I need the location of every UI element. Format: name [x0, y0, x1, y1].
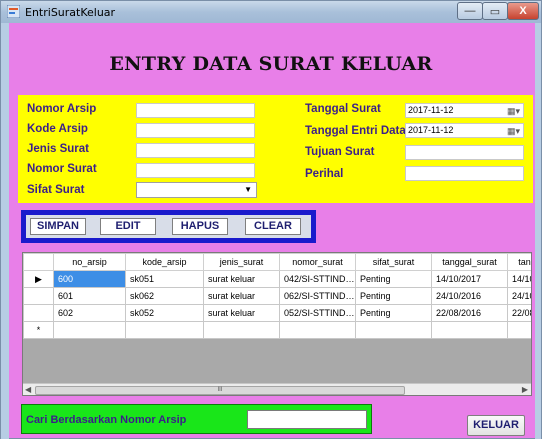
action-button-panel: SIMPAN EDIT HAPUS CLEAR [21, 210, 316, 243]
dropdown-arrow-icon: ▼ [244, 185, 252, 194]
sifat-surat-label: Sifat Surat [27, 184, 85, 196]
scrollbar-thumb[interactable]: III [35, 386, 405, 395]
row-header[interactable] [23, 304, 54, 322]
nomor-surat-label: Nomor Surat [27, 163, 97, 175]
table-cell[interactable]: surat keluar [203, 287, 280, 305]
table-cell[interactable] [279, 321, 356, 339]
table-cell[interactable] [125, 321, 204, 339]
tanggal-surat-label: Tanggal Surat [305, 103, 381, 115]
scroll-left-icon[interactable]: ◀ [25, 385, 31, 394]
tanggal-entri-label: Tanggal Entri Data [305, 125, 406, 137]
column-header[interactable]: jenis_surat [203, 253, 280, 271]
table-cell[interactable] [53, 321, 126, 339]
perihal-label: Perihal [305, 168, 344, 180]
close-icon: X [519, 5, 527, 17]
table-cell[interactable]: Penting [355, 270, 432, 288]
tanggal-surat-value: 2017-11-12 [408, 105, 454, 115]
table-cell[interactable]: 14/10/2017 [431, 270, 508, 288]
column-header[interactable]: sifat_surat [355, 253, 432, 271]
jenis-surat-input[interactable] [136, 143, 255, 158]
table-cell[interactable]: sk052 [125, 304, 204, 322]
keluar-button[interactable]: KELUAR [467, 415, 525, 436]
table-cell[interactable]: 601 [53, 287, 126, 305]
table-cell[interactable]: Penting [355, 287, 432, 305]
window-left-border [1, 23, 9, 439]
page-title: ENTRY DATA SURAT KELUAR [109, 53, 433, 75]
table-row[interactable]: 601 sk062 surat keluar 062/SI-STTIND/...… [23, 287, 531, 305]
table-cell[interactable]: Penting [355, 304, 432, 322]
table-cell[interactable]: 062/SI-STTIND/... [279, 287, 356, 305]
minimize-icon: — [464, 5, 476, 17]
table-cell[interactable]: surat keluar [203, 304, 280, 322]
table-cell[interactable]: 602 [53, 304, 126, 322]
table-cell[interactable]: 24/10/2016 [431, 287, 508, 305]
search-input[interactable] [247, 410, 367, 429]
table-cell[interactable]: 22/08/2016 [431, 304, 508, 322]
table-cell[interactable]: sk051 [125, 270, 204, 288]
table-cell[interactable]: 042/SI-STTIND/... [279, 270, 356, 288]
table-cell[interactable] [203, 321, 280, 339]
surat-keluar-grid[interactable]: no_arsip kode_arsip jenis_surat nomor_su… [22, 252, 532, 396]
app-icon [7, 5, 20, 18]
row-header[interactable] [23, 287, 54, 305]
close-button[interactable]: X [507, 2, 539, 20]
main-window: EntriSuratKeluar — ▭ X ENTRY DATA SURAT … [0, 0, 542, 439]
maximize-button[interactable]: ▭ [482, 2, 508, 20]
simpan-button[interactable]: SIMPAN [30, 218, 86, 235]
calendar-dropdown-icon[interactable]: ▦▾ [507, 125, 520, 138]
row-header-corner [23, 253, 54, 271]
column-header[interactable]: kode_arsip [125, 253, 204, 271]
table-cell[interactable]: 600 [53, 270, 126, 288]
calendar-dropdown-icon[interactable]: ▦▾ [507, 105, 520, 118]
data-table: no_arsip kode_arsip jenis_surat nomor_su… [23, 253, 531, 339]
column-header[interactable]: tanggal_ [507, 253, 531, 271]
maximize-icon: ▭ [489, 5, 501, 18]
scrollbar-grip: III [217, 387, 223, 393]
search-panel: Cari Berdasarkan Nomor Arsip [21, 404, 372, 434]
tujuan-surat-label: Tujuan Surat [305, 146, 375, 158]
horizontal-scrollbar[interactable]: ◀ III ▶ [23, 383, 531, 395]
jenis-surat-label: Jenis Surat [27, 143, 89, 155]
table-cell[interactable] [431, 321, 508, 339]
search-label: Cari Berdasarkan Nomor Arsip [26, 414, 187, 426]
tanggal-surat-datepicker[interactable]: 2017-11-12 ▦▾ [405, 103, 524, 118]
nomor-surat-input[interactable] [136, 163, 255, 178]
action-button-bar: SIMPAN EDIT HAPUS CLEAR [26, 215, 311, 238]
title-bar[interactable]: EntriSuratKeluar — ▭ X [1, 1, 541, 23]
hapus-button[interactable]: HAPUS [172, 218, 228, 235]
minimize-button[interactable]: — [457, 2, 483, 20]
table-row[interactable]: ▶ 600 sk051 surat keluar 042/SI-STTIND/.… [23, 270, 531, 288]
nomor-arsip-label: Nomor Arsip [27, 103, 97, 115]
kode-arsip-label: Kode Arsip [27, 123, 88, 135]
table-cell[interactable]: 14/10/2 [507, 270, 531, 288]
sifat-surat-select[interactable]: ▼ [136, 182, 257, 198]
current-row-indicator-icon[interactable]: ▶ [23, 270, 54, 288]
column-header[interactable]: nomor_surat [279, 253, 356, 271]
perihal-input[interactable] [405, 166, 524, 181]
table-cell[interactable]: sk062 [125, 287, 204, 305]
tanggal-entri-value: 2017-11-12 [408, 125, 454, 135]
edit-button[interactable]: EDIT [100, 218, 156, 235]
table-row[interactable]: 602 sk052 surat keluar 052/SI-STTIND/...… [23, 304, 531, 322]
table-cell[interactable] [355, 321, 432, 339]
table-cell[interactable]: 052/SI-STTIND/... [279, 304, 356, 322]
clear-button[interactable]: CLEAR [245, 218, 301, 235]
table-cell[interactable] [507, 321, 531, 339]
new-row-icon[interactable]: * [23, 321, 54, 339]
window-right-border [535, 23, 541, 439]
scroll-right-icon[interactable]: ▶ [522, 385, 528, 394]
column-header[interactable]: no_arsip [53, 253, 126, 271]
kode-arsip-input[interactable] [136, 123, 255, 138]
column-header[interactable]: tanggal_surat [431, 253, 508, 271]
tujuan-surat-input[interactable] [405, 145, 524, 160]
table-cell[interactable]: 24/10/2 [507, 287, 531, 305]
entry-form-panel: Nomor Arsip Kode Arsip Jenis Surat Nomor… [18, 95, 533, 203]
new-row[interactable]: * [23, 321, 531, 339]
window-title: EntriSuratKeluar [25, 6, 116, 19]
nomor-arsip-input[interactable] [136, 103, 255, 118]
table-cell[interactable]: surat keluar [203, 270, 280, 288]
table-header-row: no_arsip kode_arsip jenis_surat nomor_su… [23, 253, 531, 271]
table-cell[interactable]: 22/08/2 [507, 304, 531, 322]
tanggal-entri-datepicker[interactable]: 2017-11-12 ▦▾ [405, 123, 524, 138]
